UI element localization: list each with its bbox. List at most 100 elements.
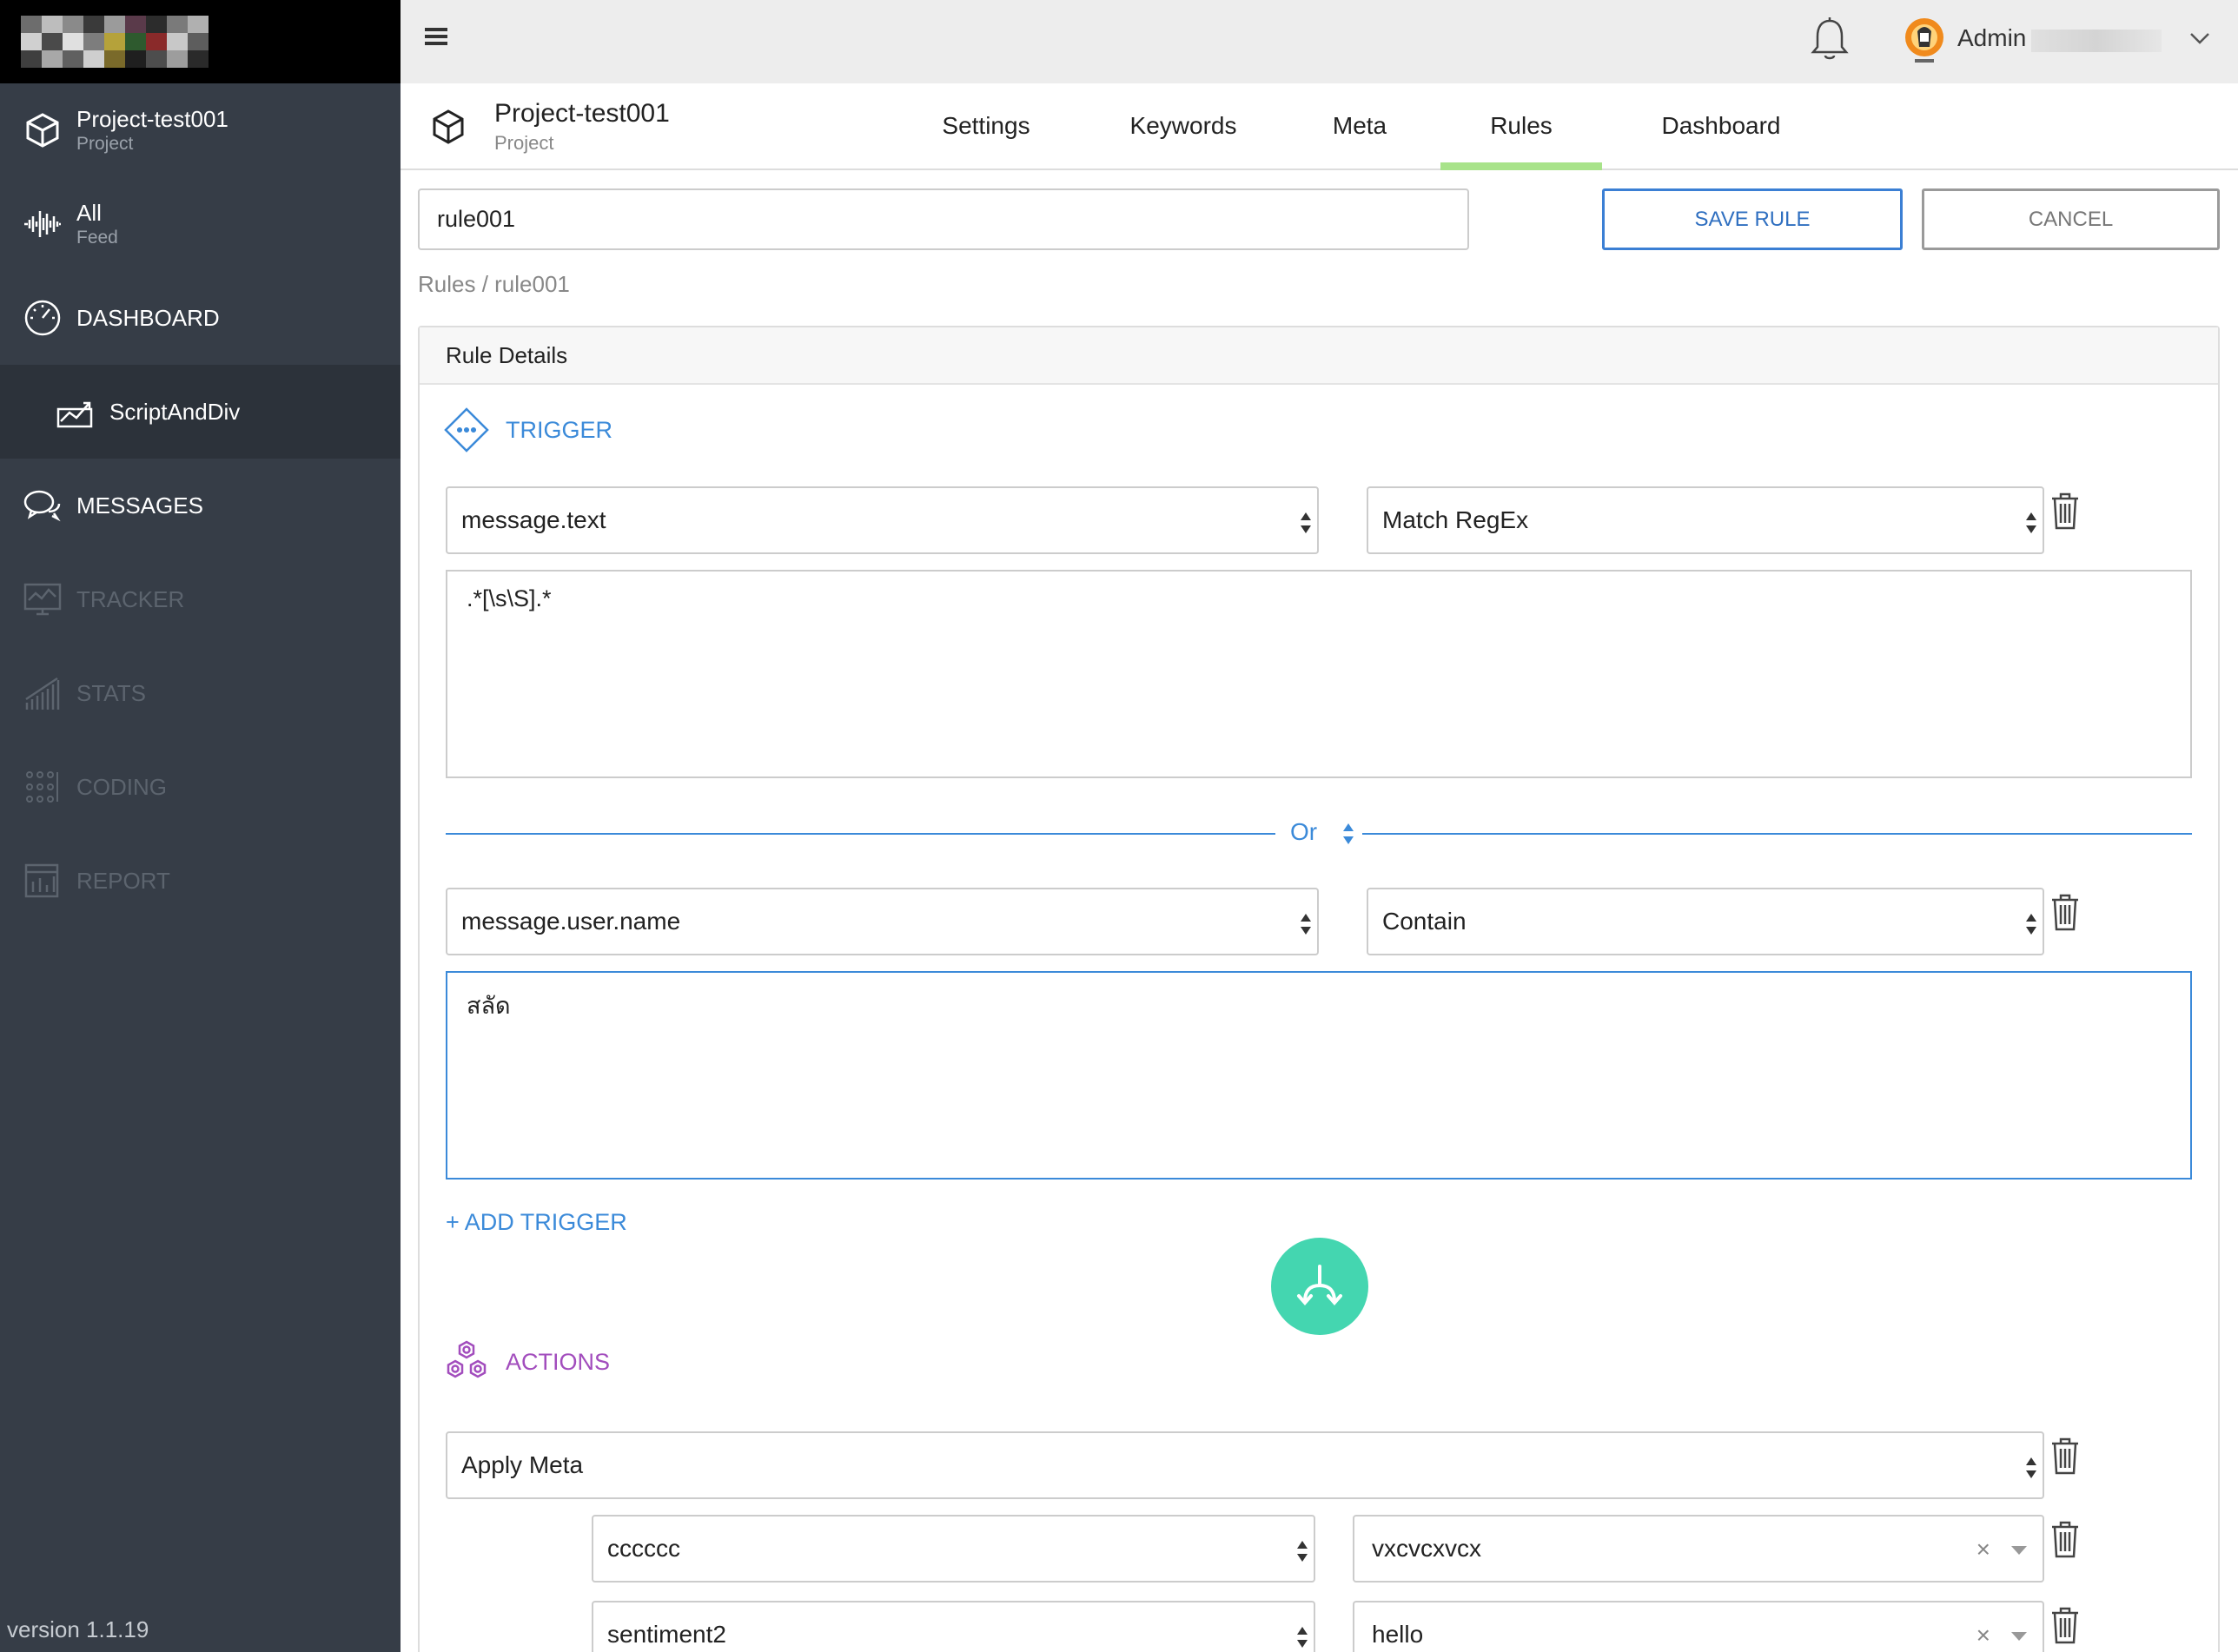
trigger-field-select[interactable]: message.user.name	[446, 888, 1319, 955]
flow-arrows-icon	[1271, 1238, 1368, 1335]
avatar[interactable]	[1899, 12, 1950, 66]
hamburger-menu-icon[interactable]	[425, 26, 447, 47]
sort-arrows-icon[interactable]	[1341, 822, 1355, 846]
tab-rules[interactable]: Rules	[1440, 83, 1602, 170]
sidebar-item-label: ScriptAndDiv	[109, 399, 241, 425]
caret-down-icon[interactable]	[2011, 1632, 2027, 1641]
sidebar-item-project[interactable]: Project-test001 Project	[0, 83, 401, 177]
sidebar-item-feed[interactable]: All Feed	[0, 177, 401, 271]
breadcrumb: Rules / rule001	[418, 271, 570, 297]
sort-arrows-icon	[1296, 1625, 1308, 1649]
sort-arrows-icon	[1296, 1539, 1308, 1563]
cancel-button[interactable]: CANCEL	[1922, 188, 2220, 250]
caret-down-icon[interactable]	[2011, 1546, 2027, 1555]
sidebar-item-coding[interactable]: CODING	[0, 740, 401, 834]
project-title: Project-test001	[494, 99, 670, 128]
select-value: message.text	[461, 506, 606, 533]
project-header: Project-test001 Project Settings Keyword…	[401, 83, 2238, 170]
sidebar-item-messages[interactable]: MESSAGES	[0, 459, 401, 552]
tab-dashboard[interactable]: Dashboard	[1634, 83, 1808, 169]
waveform-icon	[23, 204, 63, 244]
sidebar-item-label: MESSAGES	[76, 492, 203, 519]
gauge-icon	[23, 298, 63, 338]
sidebar-item-label: CODING	[76, 774, 167, 800]
select-value: cccccc	[607, 1535, 680, 1562]
version-label: version 1.1.19	[7, 1616, 149, 1642]
trash-icon[interactable]	[2050, 893, 2080, 931]
select-value: vxcvcxvcx	[1372, 1535, 1481, 1562]
trash-icon[interactable]	[2050, 1437, 2080, 1475]
save-rule-button[interactable]: SAVE RULE	[1602, 188, 1903, 250]
trigger-operator-select[interactable]: Contain	[1367, 888, 2044, 955]
or-divider: Or	[446, 816, 2192, 849]
trash-icon[interactable]	[2050, 492, 2080, 530]
tab-settings[interactable]: Settings	[915, 83, 1057, 169]
sort-arrows-icon	[1300, 912, 1312, 936]
logo[interactable]	[0, 0, 401, 83]
sort-arrows-icon	[2025, 912, 2037, 936]
add-trigger-link[interactable]: + ADD TRIGGER	[446, 1209, 627, 1236]
select-value: Contain	[1382, 908, 1467, 935]
bell-icon[interactable]	[1808, 16, 1851, 64]
gears-icon	[443, 1338, 490, 1385]
meta-value-select[interactable]: hello ×	[1353, 1601, 2044, 1652]
meta-value-select[interactable]: vxcvcxvcx ×	[1353, 1515, 2044, 1583]
chevron-down-icon[interactable]	[2188, 30, 2211, 47]
divider-line	[1362, 833, 2192, 835]
or-label[interactable]: Or	[1290, 818, 1317, 846]
sidebar: Project-test001 Project All Feed DASHBOA…	[0, 0, 401, 1652]
select-value: hello	[1372, 1621, 1424, 1648]
sidebar-item-label: STATS	[76, 680, 146, 706]
sidebar-item-label: REPORT	[76, 868, 170, 894]
sidebar-item-label: TRACKER	[76, 586, 185, 612]
cube-icon	[23, 110, 63, 150]
actions-section-header: ACTIONS	[443, 1338, 610, 1385]
trigger-value-textarea[interactable]: สลัด	[446, 971, 2192, 1180]
rule-name-input[interactable]: rule001	[418, 188, 1469, 250]
trigger-label: TRIGGER	[506, 416, 613, 443]
clear-icon[interactable]: ×	[1976, 1622, 1990, 1649]
bar-chart-icon	[23, 673, 63, 713]
user-name-redacted	[2031, 30, 2162, 52]
trigger-operator-select[interactable]: Match RegEx	[1367, 486, 2044, 554]
trigger-value-textarea[interactable]: .*[\s\S].*	[446, 570, 2192, 778]
select-value: message.user.name	[461, 908, 681, 935]
trash-icon[interactable]	[2050, 1520, 2080, 1558]
sidebar-item-scriptanddiv[interactable]: ScriptAndDiv	[0, 365, 401, 459]
sort-arrows-icon	[1300, 511, 1312, 535]
meta-key-select[interactable]: sentiment2	[592, 1601, 1315, 1652]
trash-icon[interactable]	[2050, 1606, 2080, 1644]
meta-key-select[interactable]: cccccc	[592, 1515, 1315, 1583]
clear-icon[interactable]: ×	[1976, 1536, 1990, 1563]
sidebar-item-tracker[interactable]: TRACKER	[0, 552, 401, 646]
action-type-select[interactable]: Apply Meta	[446, 1431, 2044, 1499]
cube-icon	[430, 108, 467, 146]
trigger-section-header: TRIGGER	[443, 406, 612, 453]
project-subtitle: Project	[494, 132, 554, 154]
panel-title: Rule Details	[420, 327, 2218, 385]
trigger-field-select[interactable]: message.text	[446, 486, 1319, 554]
divider-line	[446, 833, 1275, 835]
select-value: Match RegEx	[1382, 506, 1529, 533]
actions-label: ACTIONS	[506, 1348, 611, 1375]
diamond-dots-icon	[443, 406, 490, 453]
sidebar-item-label: DASHBOARD	[76, 305, 220, 331]
tab-keywords[interactable]: Keywords	[1111, 83, 1255, 169]
select-value: sentiment2	[607, 1621, 726, 1648]
sidebar-item-sublabel: Project	[76, 134, 134, 154]
sidebar-item-label: Project-test001	[76, 106, 228, 132]
sidebar-item-stats[interactable]: STATS	[0, 646, 401, 740]
chat-bubbles-icon	[23, 486, 63, 525]
sidebar-item-sublabel: Feed	[76, 228, 118, 248]
monitor-icon	[23, 579, 63, 619]
sidebar-item-label: All	[76, 200, 102, 226]
logo-image	[21, 16, 209, 68]
select-value: Apply Meta	[461, 1451, 584, 1478]
top-bar: Admin	[401, 0, 2238, 83]
sidebar-item-dashboard[interactable]: DASHBOARD	[0, 271, 401, 365]
dots-grid-icon	[23, 767, 63, 807]
user-name[interactable]: Admin	[1957, 24, 2026, 52]
chart-icon	[56, 392, 96, 432]
sidebar-item-report[interactable]: REPORT	[0, 834, 401, 928]
tab-meta[interactable]: Meta	[1308, 83, 1412, 169]
